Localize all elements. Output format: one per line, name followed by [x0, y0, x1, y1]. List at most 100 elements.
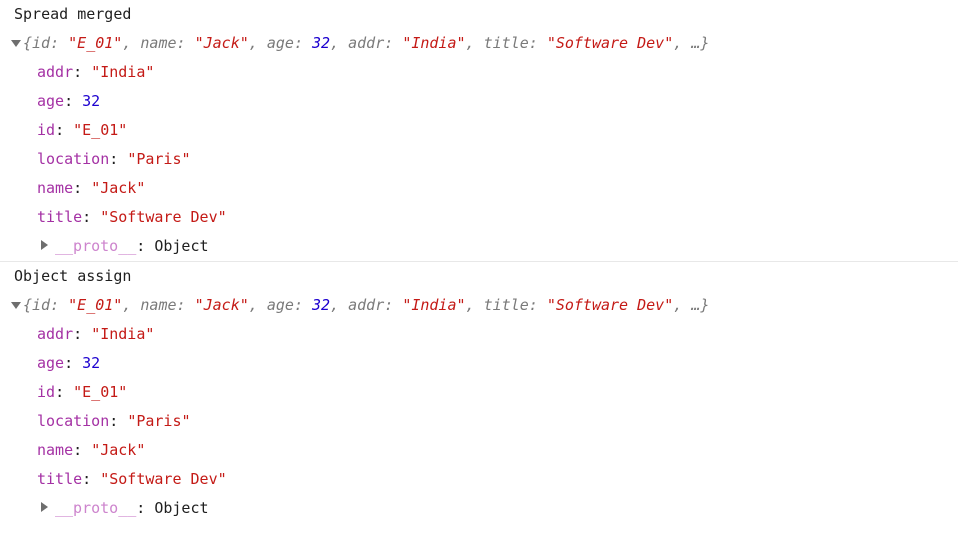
preview-open-brace: { — [23, 296, 33, 314]
triangle-glyph — [11, 302, 21, 309]
property-value: "Software Dev" — [100, 208, 227, 226]
property-colon: : — [73, 63, 92, 81]
property-colon: : — [82, 208, 101, 226]
preview-value: 32 — [312, 34, 331, 52]
preview-separator: , — [248, 34, 267, 52]
property-value: "Jack" — [91, 179, 146, 197]
property-value: "E_01" — [73, 383, 128, 401]
object-property-row[interactable]: age: 32 — [0, 87, 958, 116]
object-property-row[interactable]: location: "Paris" — [0, 407, 958, 436]
preview-separator: , — [330, 34, 349, 52]
triangle-down-icon[interactable] — [11, 28, 23, 57]
property-colon: : — [73, 441, 92, 459]
preview-separator: , — [122, 34, 141, 52]
preview-value: "India" — [402, 296, 466, 314]
property-colon: : — [55, 121, 74, 139]
preview-colon: : — [528, 34, 547, 52]
preview-key: name — [140, 296, 177, 314]
console-log-label: Object assign — [14, 267, 132, 285]
preview-separator: , — [673, 34, 692, 52]
triangle-down-icon[interactable] — [11, 290, 23, 319]
preview-key: age — [266, 296, 294, 314]
preview-separator: , — [122, 296, 141, 314]
property-value: "E_01" — [73, 121, 128, 139]
object-preview-row[interactable]: {id: "E_01", name: "Jack", age: 32, addr… — [0, 29, 958, 58]
property-key: name — [37, 179, 74, 197]
proto-colon: : — [136, 499, 155, 517]
property-key: addr — [37, 325, 74, 343]
property-value: 32 — [82, 354, 101, 372]
preview-colon: : — [50, 296, 69, 314]
preview-key: title — [483, 34, 529, 52]
preview-key: name — [140, 34, 177, 52]
property-value: "Paris" — [127, 412, 191, 430]
preview-colon: : — [384, 34, 403, 52]
triangle-glyph — [11, 40, 21, 47]
property-colon: : — [109, 150, 128, 168]
preview-colon: : — [176, 34, 195, 52]
triangle-glyph — [41, 240, 48, 250]
object-proto-row[interactable]: __proto__: Object — [0, 232, 958, 261]
object-property-row[interactable]: name: "Jack" — [0, 436, 958, 465]
property-key: title — [37, 470, 83, 488]
object-property-row[interactable]: title: "Software Dev" — [0, 465, 958, 494]
proto-value: Object — [154, 237, 209, 255]
preview-colon: : — [50, 34, 69, 52]
preview-value: "Jack" — [194, 34, 249, 52]
preview-colon: : — [293, 34, 312, 52]
preview-value: "Software Dev" — [546, 296, 674, 314]
preview-colon: : — [293, 296, 312, 314]
preview-separator: , — [465, 296, 484, 314]
preview-value: "Software Dev" — [546, 34, 674, 52]
property-colon: : — [64, 92, 83, 110]
triangle-right-icon[interactable] — [41, 231, 55, 260]
property-key: location — [37, 150, 110, 168]
property-value: "India" — [91, 325, 155, 343]
object-preview-row[interactable]: {id: "E_01", name: "Jack", age: 32, addr… — [0, 291, 958, 320]
console-message-group: Spread merged {id: "E_01", name: "Jack", … — [0, 0, 958, 261]
object-property-row[interactable]: location: "Paris" — [0, 145, 958, 174]
preview-colon: : — [528, 296, 547, 314]
property-key: age — [37, 354, 65, 372]
console-output-panel: Spread merged {id: "E_01", name: "Jack", … — [0, 0, 958, 523]
preview-key: id — [32, 296, 51, 314]
property-colon: : — [82, 470, 101, 488]
object-property-row[interactable]: title: "Software Dev" — [0, 203, 958, 232]
object-property-row[interactable]: name: "Jack" — [0, 174, 958, 203]
preview-separator: , — [465, 34, 484, 52]
preview-key: addr — [348, 296, 385, 314]
preview-key: addr — [348, 34, 385, 52]
triangle-glyph — [41, 502, 48, 512]
preview-close-brace: } — [700, 34, 710, 52]
property-value: "India" — [91, 63, 155, 81]
preview-colon: : — [176, 296, 195, 314]
preview-separator: , — [248, 296, 267, 314]
preview-value: "E_01" — [68, 296, 123, 314]
preview-ellipsis: … — [691, 296, 701, 314]
object-property-row[interactable]: age: 32 — [0, 349, 958, 378]
object-property-row[interactable]: id: "E_01" — [0, 116, 958, 145]
preview-key: id — [32, 34, 51, 52]
console-log-label: Spread merged — [14, 5, 132, 23]
object-proto-row[interactable]: __proto__: Object — [0, 494, 958, 523]
proto-value: Object — [154, 499, 209, 517]
property-value: "Paris" — [127, 150, 191, 168]
preview-value: "E_01" — [68, 34, 123, 52]
preview-key: title — [483, 296, 529, 314]
proto-key-label: __proto__ — [55, 499, 137, 517]
property-key: age — [37, 92, 65, 110]
property-colon: : — [109, 412, 128, 430]
preview-value: 32 — [312, 296, 331, 314]
triangle-right-icon[interactable] — [41, 493, 55, 522]
object-property-row[interactable]: addr: "India" — [0, 58, 958, 87]
property-colon: : — [73, 325, 92, 343]
preview-value: "India" — [402, 34, 466, 52]
preview-colon: : — [384, 296, 403, 314]
property-key: id — [37, 121, 56, 139]
object-property-row[interactable]: addr: "India" — [0, 320, 958, 349]
object-property-row[interactable]: id: "E_01" — [0, 378, 958, 407]
proto-key-label: __proto__ — [55, 237, 137, 255]
preview-value: "Jack" — [194, 296, 249, 314]
console-message-group: Object assign {id: "E_01", name: "Jack", … — [0, 261, 958, 523]
proto-colon: : — [136, 237, 155, 255]
